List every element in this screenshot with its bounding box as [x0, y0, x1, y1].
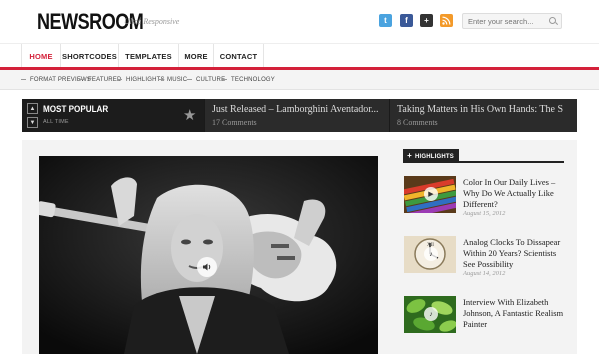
plus-icon: +: [407, 151, 412, 160]
highlight-title[interactable]: Color In Our Daily Lives – Why Do We Act…: [463, 177, 568, 210]
search-icon[interactable]: [549, 17, 556, 24]
subnav-culture[interactable]: CULTURE: [187, 70, 225, 90]
speaker-icon[interactable]: ♪: [424, 247, 438, 261]
most-popular-bar: ▲ ▼ MOST POPULAR ALL TIME ★ Just Release…: [22, 99, 577, 132]
highlight-thumbnail[interactable]: ♪: [404, 296, 456, 333]
highlight-item[interactable]: XII ♪ Analog Clocks To Dissapear Within …: [403, 236, 568, 288]
popular-item-title[interactable]: Just Released – Lamborghini Aventador...: [212, 104, 382, 115]
chevron-down-icon[interactable]: ▼: [27, 117, 38, 128]
rss-icon[interactable]: [440, 14, 453, 27]
highlights-header: + HIGHLIGHTS: [403, 149, 564, 163]
highlight-thumbnail[interactable]: XII ♪: [404, 236, 456, 273]
nav-home[interactable]: HOME: [21, 44, 61, 69]
highlight-thumbnail[interactable]: ▶: [404, 176, 456, 213]
audio-play-button[interactable]: [197, 257, 217, 277]
search-input[interactable]: [462, 13, 562, 29]
nav-shortcodes[interactable]: SHORTCODES: [61, 44, 119, 69]
highlight-date: August 15, 2012: [463, 210, 506, 217]
sub-nav: FORMAT PREVIEWS FEATURED HIGHLIGHTS MUSI…: [0, 70, 599, 90]
popular-item-comments: 17 Comments: [212, 118, 257, 127]
chevron-up-icon[interactable]: ▲: [27, 103, 38, 114]
nav-more[interactable]: MORE: [179, 44, 214, 69]
popular-item[interactable]: Taking Matters in His Own Hands: The S 8…: [389, 99, 577, 132]
nav-contact[interactable]: CONTACT: [214, 44, 264, 69]
subnav-technology[interactable]: TECHNOLOGY: [222, 70, 275, 90]
subnav-featured[interactable]: FEATURED: [79, 70, 122, 90]
highlight-item[interactable]: ♪ Interview With Elizabeth Johnson, A Fa…: [403, 296, 568, 348]
highlight-title[interactable]: Interview With Elizabeth Johnson, A Fant…: [463, 297, 568, 330]
most-popular-header: ▲ ▼ MOST POPULAR ALL TIME ★: [22, 99, 204, 132]
speaker-icon[interactable]: ♪: [424, 307, 438, 321]
popular-item[interactable]: Just Released – Lamborghini Aventador...…: [204, 99, 389, 132]
most-popular-subtitle: ALL TIME: [43, 119, 69, 125]
featured-image[interactable]: [39, 156, 378, 354]
nav-templates[interactable]: TEMPLATES: [119, 44, 179, 69]
twitter-icon[interactable]: t: [379, 14, 392, 27]
site-tagline: Ultra Responsive: [124, 17, 180, 26]
google-plus-icon[interactable]: +: [420, 14, 433, 27]
star-icon: ★: [183, 107, 197, 124]
play-icon[interactable]: ▶: [424, 187, 438, 201]
highlight-title[interactable]: Analog Clocks To Dissapear Within 20 Yea…: [463, 237, 568, 270]
main-nav: HOME SHORTCODES TEMPLATES MORE CONTACT: [0, 43, 599, 69]
most-popular-title: MOST POPULAR: [43, 104, 109, 114]
highlight-item[interactable]: ▶ Color In Our Daily Lives – Why Do We A…: [403, 176, 568, 228]
highlights-badge: + HIGHLIGHTS: [403, 149, 459, 163]
site-header: NEWSROOM Ultra Responsive t f +: [0, 0, 599, 43]
popular-item-title[interactable]: Taking Matters in His Own Hands: The S: [397, 104, 567, 115]
facebook-icon[interactable]: f: [400, 14, 413, 27]
speaker-icon: [203, 263, 211, 271]
popular-item-comments: 8 Comments: [397, 118, 438, 127]
highlights-label: HIGHLIGHTS: [415, 154, 454, 160]
highlight-date: August 14, 2012: [463, 270, 506, 277]
subnav-music[interactable]: MUSIC: [158, 70, 187, 90]
